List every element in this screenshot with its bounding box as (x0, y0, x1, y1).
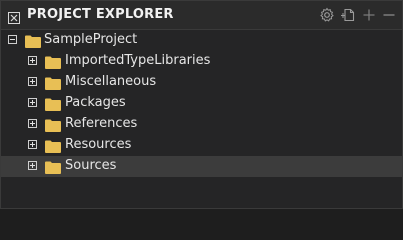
tree-node-resources[interactable]: Resources (1, 135, 402, 156)
minus-icon[interactable] (381, 7, 397, 23)
expand-toggle[interactable] (28, 77, 37, 86)
tree-node-label: Sources (65, 158, 117, 173)
expand-toggle[interactable] (28, 161, 37, 170)
tree-node-sources[interactable]: Sources (1, 156, 402, 177)
expand-toggle[interactable] (28, 56, 37, 65)
tree-node-label: References (65, 116, 138, 131)
collapse-toggle[interactable] (8, 35, 17, 44)
folder-icon (45, 75, 61, 90)
tree-node-label: Miscellaneous (65, 74, 157, 89)
folder-icon (45, 117, 61, 132)
folder-icon (45, 138, 61, 153)
tree-node-references[interactable]: References (1, 114, 402, 135)
window-icon (8, 9, 20, 24)
tree-node-packages[interactable]: Packages (1, 93, 402, 114)
expand-toggle[interactable] (28, 98, 37, 107)
tree-node-importedtypelibraries[interactable]: ImportedTypeLibraries (1, 51, 402, 72)
panel-titlebar: PROJECT EXPLORER (1, 1, 402, 30)
new-file-icon[interactable] (341, 7, 357, 23)
tree-node-label: SampleProject (44, 32, 138, 47)
gear-icon[interactable] (319, 7, 335, 23)
tree-node-label: Resources (65, 137, 132, 152)
project-explorer-panel: PROJECT EXPLORER SampleProject ImportedT… (0, 0, 403, 209)
plus-icon[interactable] (361, 7, 377, 23)
folder-icon (45, 159, 61, 174)
tree-node-root[interactable]: SampleProject (1, 30, 402, 51)
expand-toggle[interactable] (28, 140, 37, 149)
tree-node-label: ImportedTypeLibraries (65, 53, 211, 68)
panel-title: PROJECT EXPLORER (27, 7, 174, 22)
folder-icon (25, 33, 41, 48)
tree-node-miscellaneous[interactable]: Miscellaneous (1, 72, 402, 93)
folder-icon (45, 54, 61, 69)
tree-node-label: Packages (65, 95, 126, 110)
expand-toggle[interactable] (28, 119, 37, 128)
folder-icon (45, 96, 61, 111)
